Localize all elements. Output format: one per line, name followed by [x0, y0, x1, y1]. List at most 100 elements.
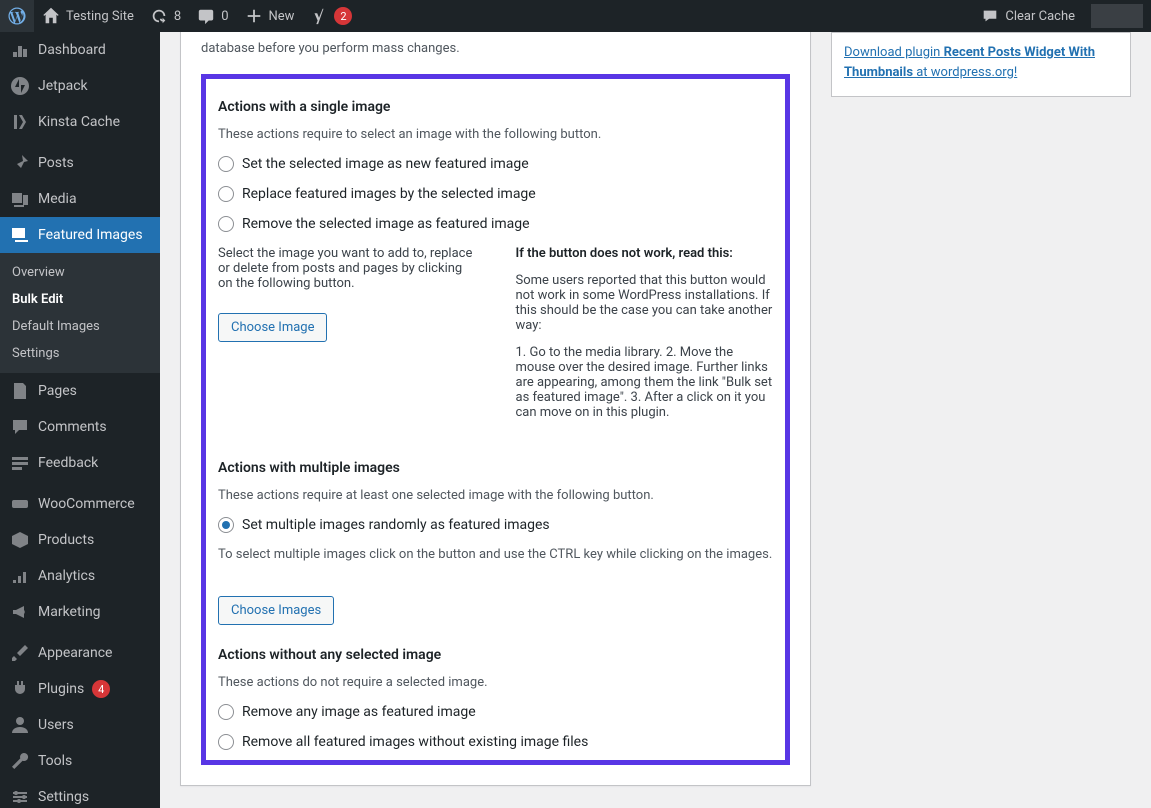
- radio-label: Remove all featured images without exist…: [242, 734, 588, 750]
- site-name-menu[interactable]: Testing Site: [34, 0, 142, 32]
- content-area: database before you perform mass changes…: [160, 32, 1151, 808]
- jetpack-icon: [10, 76, 30, 96]
- menu-label: Analytics: [38, 568, 95, 584]
- promo-text-pre: Download plugin: [844, 45, 944, 60]
- analytics-icon: [10, 566, 30, 586]
- menu-label: Marketing: [38, 604, 101, 620]
- images-icon: [10, 225, 30, 245]
- menu-users[interactable]: Users: [0, 707, 160, 743]
- settings-sliders-icon: [10, 787, 30, 807]
- new-label: New: [269, 9, 295, 24]
- wordpress-icon: [8, 7, 26, 25]
- site-name-label: Testing Site: [66, 9, 134, 24]
- menu-label: Media: [38, 191, 77, 207]
- radio-icon: [218, 517, 234, 533]
- menu-label: Tools: [38, 753, 72, 769]
- menu-media[interactable]: Media: [0, 181, 160, 217]
- user-account-menu[interactable]: [1091, 4, 1143, 28]
- promo-text-post: at wordpress.org!: [913, 65, 1017, 80]
- clear-cache-label: Clear Cache: [1005, 9, 1075, 24]
- comment-bubble-icon: [197, 7, 215, 25]
- actions-highlight-box: Actions with a single image These action…: [201, 74, 790, 765]
- submenu-settings[interactable]: Settings: [0, 340, 160, 367]
- radio-set-random-multiple[interactable]: Set multiple images randomly as featured…: [218, 517, 773, 533]
- choose-image-button[interactable]: Choose Image: [218, 313, 327, 342]
- updates-count: 8: [174, 9, 181, 24]
- menu-label: Comments: [38, 419, 107, 435]
- radio-remove-any[interactable]: Remove any image as featured image: [218, 704, 773, 720]
- single-image-heading: Actions with a single image: [218, 99, 773, 115]
- products-icon: [10, 530, 30, 550]
- menu-label: Pages: [38, 383, 77, 399]
- menu-feedback[interactable]: Feedback: [0, 445, 160, 481]
- menu-label: Products: [38, 532, 94, 548]
- menu-label: Plugins: [38, 681, 84, 697]
- admin-sidebar: Dashboard Jetpack Kinsta Cache Posts Med…: [0, 32, 160, 808]
- menu-plugins[interactable]: Plugins 4: [0, 671, 160, 707]
- button-help-p2: 1. Go to the media library. 2. Move the …: [516, 345, 774, 420]
- menu-comments[interactable]: Comments: [0, 409, 160, 445]
- submenu-default-images[interactable]: Default Images: [0, 313, 160, 340]
- clear-cache-menu[interactable]: Clear Cache: [973, 0, 1083, 32]
- multiple-images-heading: Actions with multiple images: [218, 460, 773, 476]
- choose-images-button[interactable]: Choose Images: [218, 596, 334, 625]
- submenu-overview[interactable]: Overview: [0, 259, 160, 286]
- menu-jetpack[interactable]: Jetpack: [0, 68, 160, 104]
- home-icon: [42, 7, 60, 25]
- new-content-menu[interactable]: New: [237, 0, 303, 32]
- menu-posts[interactable]: Posts: [0, 145, 160, 181]
- radio-replace-featured[interactable]: Replace featured images by the selected …: [218, 186, 773, 202]
- menu-label: Dashboard: [38, 42, 106, 58]
- menu-woocommerce[interactable]: WooCommerce: [0, 486, 160, 522]
- user-icon: [10, 715, 30, 735]
- pin-icon: [10, 153, 30, 173]
- menu-kinsta-cache[interactable]: Kinsta Cache: [0, 104, 160, 140]
- menu-appearance[interactable]: Appearance: [0, 635, 160, 671]
- menu-label: Feedback: [38, 455, 98, 471]
- brush-icon: [10, 643, 30, 663]
- comments-menu[interactable]: 0: [189, 0, 236, 32]
- menu-pages[interactable]: Pages: [0, 373, 160, 409]
- wp-logo-menu[interactable]: [0, 0, 34, 32]
- media-icon: [10, 189, 30, 209]
- menu-dashboard[interactable]: Dashboard: [0, 32, 160, 68]
- menu-featured-images[interactable]: Featured Images: [0, 217, 160, 253]
- menu-label: Jetpack: [38, 78, 88, 94]
- radio-label: Set multiple images randomly as featured…: [242, 517, 550, 533]
- updates-icon: [150, 7, 168, 25]
- radio-label: Replace featured images by the selected …: [242, 186, 536, 202]
- radio-remove-missing-files[interactable]: Remove all featured images without exist…: [218, 734, 773, 750]
- kinsta-icon: [10, 112, 30, 132]
- plus-icon: [245, 7, 263, 25]
- pages-icon: [10, 381, 30, 401]
- chat-icon: [981, 7, 999, 25]
- plugins-update-badge: 4: [92, 680, 110, 698]
- select-image-help: Select the image you want to add to, rep…: [218, 246, 476, 291]
- yoast-menu[interactable]: 2: [302, 0, 360, 32]
- multiple-images-desc: These actions require at least one selec…: [218, 488, 773, 503]
- menu-tools[interactable]: Tools: [0, 743, 160, 779]
- menu-settings[interactable]: Settings: [0, 779, 160, 808]
- menu-label: WooCommerce: [38, 496, 135, 512]
- updates-menu[interactable]: 8: [142, 0, 189, 32]
- radio-icon: [218, 186, 234, 202]
- radio-set-featured[interactable]: Set the selected image as new featured i…: [218, 156, 773, 172]
- menu-analytics[interactable]: Analytics: [0, 558, 160, 594]
- admin-toolbar: Testing Site 8 0 New 2: [0, 0, 1151, 32]
- menu-label: Featured Images: [38, 227, 143, 243]
- single-image-desc: These actions require to select an image…: [218, 127, 773, 142]
- radio-icon: [218, 734, 234, 750]
- megaphone-icon: [10, 602, 30, 622]
- submenu-featured-images: Overview Bulk Edit Default Images Settin…: [0, 253, 160, 373]
- radio-icon: [218, 156, 234, 172]
- bulk-edit-panel: database before you perform mass changes…: [180, 32, 811, 786]
- radio-label: Remove the selected image as featured im…: [242, 216, 530, 232]
- promo-link[interactable]: Download plugin Recent Posts Widget With…: [844, 45, 1095, 80]
- no-image-heading: Actions without any selected image: [218, 647, 773, 663]
- submenu-bulk-edit[interactable]: Bulk Edit: [0, 286, 160, 313]
- radio-remove-featured[interactable]: Remove the selected image as featured im…: [218, 216, 773, 232]
- dashboard-icon: [10, 40, 30, 60]
- plug-icon: [10, 679, 30, 699]
- menu-products[interactable]: Products: [0, 522, 160, 558]
- menu-marketing[interactable]: Marketing: [0, 594, 160, 630]
